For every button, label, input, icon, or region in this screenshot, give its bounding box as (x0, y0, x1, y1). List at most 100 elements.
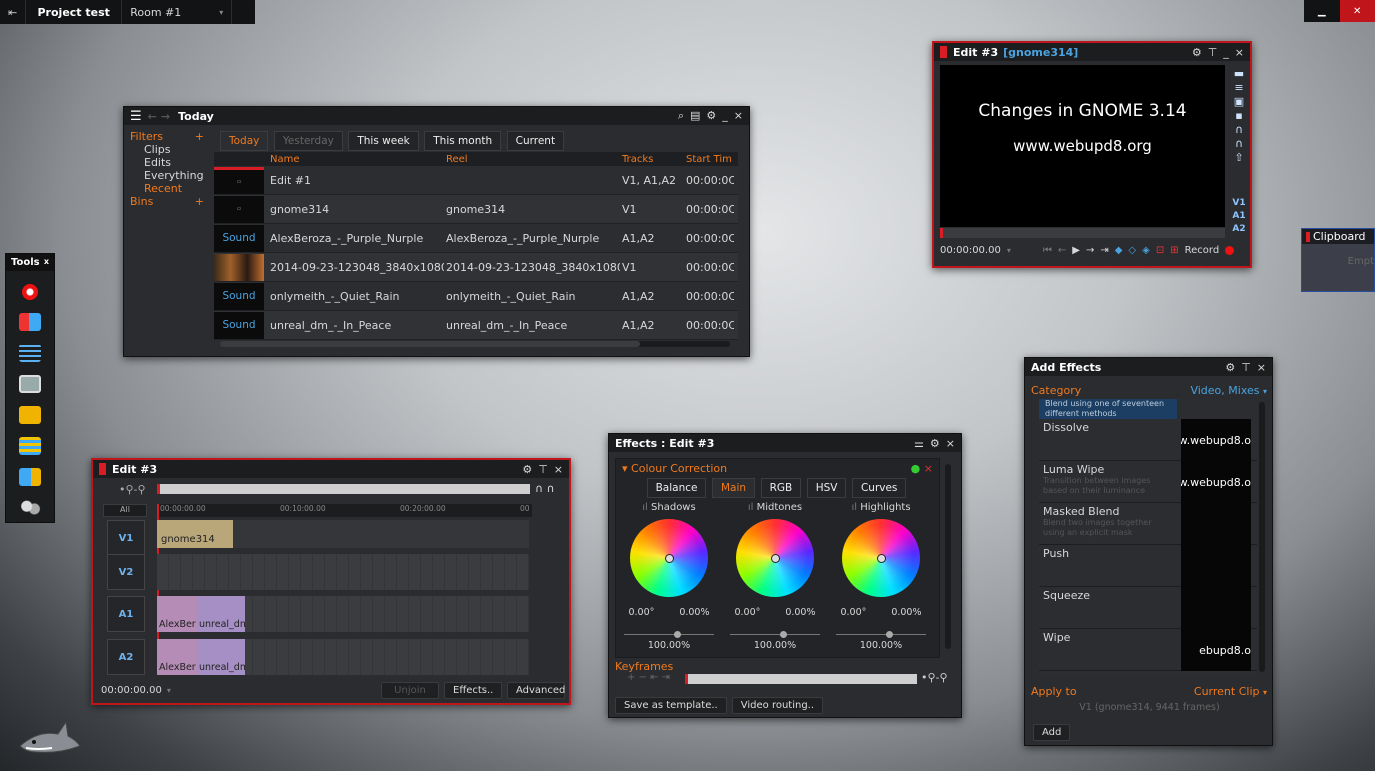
track-v1[interactable]: gnome314 (157, 520, 529, 548)
record-label[interactable]: Record (1185, 245, 1220, 256)
shadows-color-wheel[interactable] (630, 519, 708, 597)
step-back-icon[interactable]: ← (1058, 245, 1066, 256)
in-point-icon[interactable]: ∩ (1230, 123, 1248, 137)
clip-a2-unreal[interactable]: unreal_dm (197, 639, 245, 675)
table-row[interactable]: Sound AlexBeroza_-_Purple_Nurple AlexBer… (214, 224, 738, 253)
remove-icon[interactable]: × (924, 462, 933, 475)
col-name[interactable]: Name (268, 154, 444, 165)
viewer-scrubber[interactable] (940, 228, 1225, 238)
col-reel[interactable]: Reel (444, 154, 620, 165)
mark-clip-icon[interactable]: ◈ (1142, 245, 1150, 256)
track-a2[interactable]: AlexBer unreal_dm (157, 639, 529, 675)
close-icon[interactable]: × (734, 109, 743, 123)
settings-icon[interactable]: ⚙ (522, 463, 532, 476)
close-button[interactable]: ✕ (1339, 0, 1375, 22)
clip-v1[interactable]: gnome314 (157, 520, 233, 548)
table-row[interactable]: ▭ gnome314 gnome314 V1 00:00:0C (214, 195, 738, 224)
tab-today[interactable]: Today (220, 131, 269, 151)
close-icon[interactable]: × (1257, 361, 1266, 374)
tab-hsv[interactable]: HSV (806, 478, 847, 498)
media-tool-icon[interactable] (19, 406, 41, 424)
highlights-level-slider[interactable] (836, 631, 926, 638)
video-routing-button[interactable]: Video routing.. (731, 697, 824, 714)
export-tool-icon[interactable] (19, 468, 41, 486)
enabled-icon[interactable]: ● (911, 462, 921, 475)
track-a2-label[interactable]: A2 (1231, 223, 1247, 236)
selected-effect-desc[interactable]: Blend using one of seventeen different m… (1039, 399, 1177, 419)
track-a1[interactable]: AlexBer unreal_dm (157, 596, 529, 632)
shadows-level-slider[interactable] (624, 631, 714, 638)
menu-icon[interactable]: ☰ (130, 109, 142, 124)
list-item[interactable]: Dissolve ww.webupd8.o (1039, 419, 1257, 461)
settings-icon[interactable]: ⚙ (1225, 361, 1235, 374)
minimize-icon[interactable]: _ (1223, 46, 1229, 59)
all-tracks-toggle[interactable]: All (103, 504, 147, 517)
advanced-button[interactable]: Advanced (507, 682, 565, 699)
room-selector[interactable]: Room #1 ▾ (122, 0, 233, 24)
timeline-tool-icon[interactable] (19, 344, 41, 362)
list-item[interactable]: Luma Wipe Transition between images base… (1039, 461, 1257, 503)
add-bin-icon[interactable]: + (195, 195, 204, 208)
step-forward-icon[interactable]: → (1086, 245, 1094, 256)
filter-edits[interactable]: Edits (144, 156, 204, 169)
track-v1-label[interactable]: V1 (107, 520, 145, 556)
effects-tool-icon[interactable] (19, 437, 41, 455)
clip-a1-alex[interactable]: AlexBer (157, 596, 197, 632)
keyboard-tool-icon[interactable] (19, 375, 41, 393)
exit-icon[interactable]: ⇤ (0, 0, 27, 24)
close-icon[interactable]: × (946, 437, 955, 450)
skip-start-icon[interactable]: ⏮ (1043, 245, 1052, 256)
filter-recent[interactable]: Recent (144, 182, 204, 195)
pin-icon[interactable]: ⊤ (1208, 46, 1218, 59)
keyframe-nav-icons[interactable]: + − ⇤ ⇥ (627, 672, 670, 683)
settings-icon[interactable]: ⚙ (706, 109, 716, 123)
settings-icon[interactable]: ⚙ (1192, 46, 1202, 59)
overlay-icon[interactable]: ▪ (1230, 109, 1248, 123)
replace-icon[interactable]: ⊞ (1170, 245, 1178, 256)
clip-a2-alex[interactable]: AlexBer (157, 639, 197, 675)
record-icon[interactable] (1225, 246, 1235, 255)
upload-icon[interactable]: ⇧ (1230, 151, 1248, 165)
tab-this-month[interactable]: This month (424, 131, 502, 151)
effects-button[interactable]: Effects.. (444, 682, 502, 699)
monitor-icon[interactable]: ▣ (1230, 95, 1248, 109)
col-tracks[interactable]: Tracks (620, 154, 684, 165)
track-v2-label[interactable]: V2 (107, 554, 145, 590)
track-a2-label[interactable]: A2 (107, 639, 145, 675)
col-start[interactable]: Start Tim (684, 154, 734, 165)
zoom-icon[interactable]: •⚲-⚲ (119, 483, 146, 496)
folder-icon[interactable]: ▬ (1230, 67, 1248, 81)
section-title[interactable]: ▾ Colour Correction (622, 462, 727, 475)
track-v2[interactable] (157, 554, 529, 590)
highlights-color-wheel[interactable] (842, 519, 920, 597)
record-tool-icon[interactable] (22, 284, 38, 300)
minimize-button[interactable]: ▁ (1304, 0, 1340, 22)
filter-everything[interactable]: Everything (144, 169, 204, 182)
back-icon[interactable]: ← (148, 110, 157, 123)
search-icon[interactable]: ⌕ (678, 109, 684, 123)
category-select[interactable]: Video, Mixes ▾ (1190, 384, 1267, 397)
tab-main[interactable]: Main (711, 478, 756, 498)
add-button[interactable]: Add (1033, 724, 1071, 741)
table-row[interactable]: 2014-09-23-123048_3840x1080_scrot 2014-0… (214, 253, 738, 282)
effects-list-scrollbar[interactable] (1259, 402, 1265, 672)
zoom-icon[interactable]: •⚲-⚲ (921, 671, 948, 684)
mark-out-icon[interactable]: ◇ (1128, 245, 1136, 256)
close-icon[interactable]: x (44, 257, 49, 268)
list-item[interactable]: Masked Blend Blend two images together u… (1039, 503, 1257, 545)
midtones-level-slider[interactable] (730, 631, 820, 638)
list-icon[interactable]: ≡ (1230, 81, 1248, 95)
project-title[interactable]: Project test (26, 0, 123, 24)
sliders-icon[interactable]: ⚌ (914, 437, 924, 450)
forward-icon[interactable]: → (161, 110, 170, 123)
tab-yesterday[interactable]: Yesterday (273, 131, 343, 151)
tab-balance[interactable]: Balance (646, 478, 707, 498)
close-icon[interactable]: × (554, 463, 563, 476)
horizontal-scrollbar[interactable] (220, 341, 730, 347)
midtones-color-wheel[interactable] (736, 519, 814, 597)
tab-curves[interactable]: Curves (851, 478, 907, 498)
tab-rgb[interactable]: RGB (760, 478, 802, 498)
skip-end-icon[interactable]: ⇥ (1100, 245, 1108, 256)
clip-a1-unreal[interactable]: unreal_dm (197, 596, 245, 632)
save-template-button[interactable]: Save as template.. (615, 697, 727, 714)
